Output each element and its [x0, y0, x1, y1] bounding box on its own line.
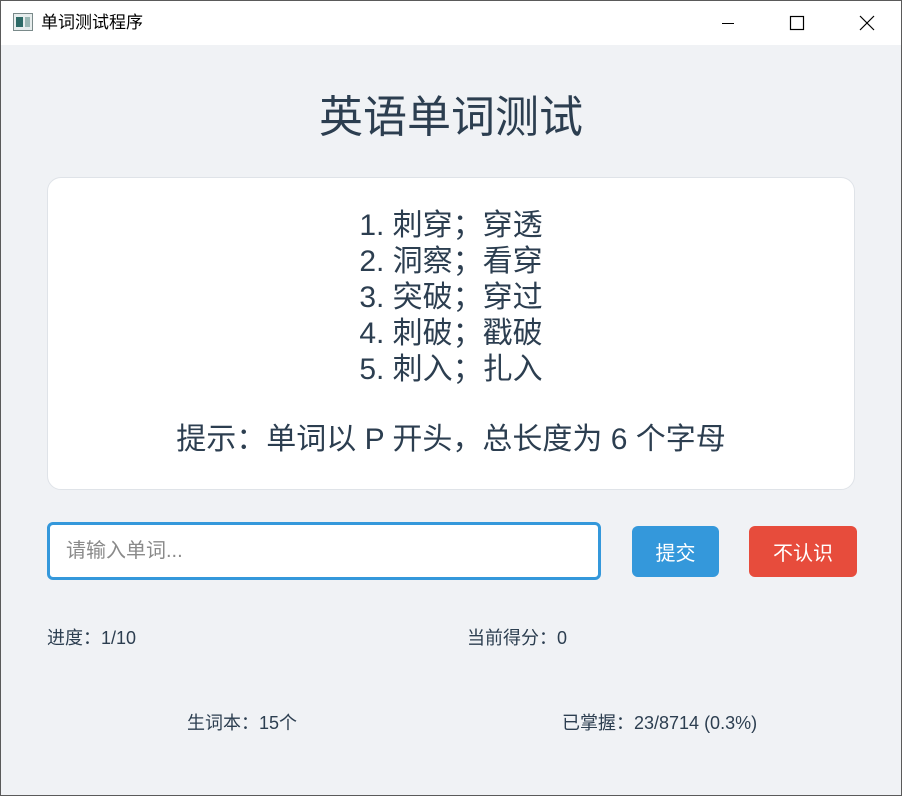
progress-label: 进度：1/10: [47, 628, 137, 648]
meaning-item: 5. 刺入；扎入: [359, 353, 543, 386]
score-label: 当前得分：0: [467, 628, 568, 648]
meaning-item: 1. 刺穿；穿透: [359, 209, 543, 242]
maximize-icon: [789, 15, 805, 31]
meaning-item: 3. 突破；穿过: [359, 281, 543, 314]
meaning-item: 4. 刺破；戳破: [359, 317, 543, 350]
title-bar: 单词测试程序: [1, 1, 901, 45]
page-title: 英语单词测试: [319, 92, 583, 143]
app-window: 单词测试程序 英语单词测试 1. 刺穿；穿透 2. 洞察；看穿 3. 突破；穿过…: [0, 0, 902, 796]
hint-text: 提示：单词以 P 开头，总长度为 6 个字母: [176, 423, 726, 456]
vocab-book-label: 生词本：15个: [187, 713, 298, 733]
word-input[interactable]: [47, 522, 601, 580]
submit-button[interactable]: 提交: [632, 526, 719, 577]
window-title: 单词测试程序: [41, 13, 143, 32]
close-button[interactable]: [844, 1, 890, 45]
close-icon: [859, 15, 875, 31]
unknown-button[interactable]: 不认识: [749, 526, 857, 577]
meaning-list: 1. 刺穿；穿透 2. 洞察；看穿 3. 突破；穿过 4. 刺破；戳破 5. 刺…: [48, 208, 854, 388]
minimize-icon: [722, 23, 734, 24]
meaning-item: 2. 洞察；看穿: [359, 245, 543, 278]
app-icon: [13, 13, 33, 31]
maximize-button[interactable]: [774, 1, 820, 45]
minimize-button[interactable]: [705, 1, 751, 45]
mastered-label: 已掌握：23/8714 (0.3%): [562, 713, 758, 733]
question-card: 1. 刺穿；穿透 2. 洞察；看穿 3. 突破；穿过 4. 刺破；戳破 5. 刺…: [47, 177, 855, 490]
